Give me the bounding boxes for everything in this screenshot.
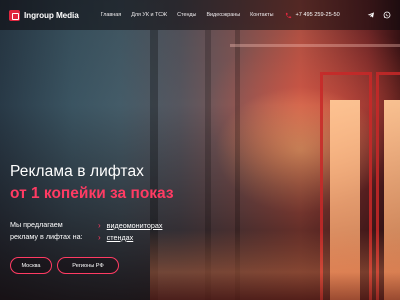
- link-stands[interactable]: › стендах: [98, 231, 162, 243]
- logo[interactable]: Ingroup Media: [9, 9, 79, 21]
- offer-text-line: Мы предлагаем: [10, 220, 63, 229]
- offer-links: › видеомониторах › стендах: [98, 219, 162, 243]
- whatsapp-icon[interactable]: [383, 11, 391, 19]
- hero-title: Реклама в лифтах: [10, 163, 145, 180]
- site-header: Ingroup Media Главная Для УК и ТСЖ Стенд…: [0, 0, 400, 30]
- logo-text: Ingroup Media: [24, 10, 79, 20]
- regions-button[interactable]: Регионы РФ: [57, 257, 119, 274]
- main-nav: Главная Для УК и ТСЖ Стенды Видеоэкраны …: [101, 12, 284, 18]
- hero-subtitle: от 1 копейки за показ: [10, 185, 174, 202]
- phone-number: +7 495 259-25-50: [295, 12, 340, 18]
- phone-link[interactable]: +7 495 259-25-50: [285, 12, 340, 19]
- phone-icon: [286, 12, 292, 18]
- link-video-monitors-label: видеомониторах: [106, 220, 163, 230]
- telegram-icon[interactable]: [367, 11, 375, 19]
- nav-item-stands[interactable]: Стенды: [177, 12, 196, 18]
- hero-background: [0, 0, 400, 300]
- chevron-right-icon: ›: [98, 220, 101, 230]
- nav-item-home[interactable]: Главная: [101, 12, 122, 18]
- chevron-right-icon: ›: [98, 232, 101, 242]
- floor-reflection: [150, 230, 400, 300]
- link-video-monitors[interactable]: › видеомониторах: [98, 219, 162, 231]
- offer-text-line: рекламу в лифтах на:: [10, 232, 83, 241]
- nav-item-contacts[interactable]: Контакты: [250, 12, 273, 18]
- ceiling-light: [230, 44, 400, 47]
- social-links: [359, 11, 391, 19]
- offer-text: Мы предлагаем рекламу в лифтах на:: [10, 219, 100, 243]
- link-stands-label: стендах: [106, 232, 134, 242]
- moscow-button[interactable]: Москва: [10, 257, 52, 274]
- nav-item-management-companies[interactable]: Для УК и ТСЖ: [131, 12, 167, 18]
- logo-icon: [9, 9, 20, 21]
- nav-item-video-screens[interactable]: Видеоэкраны: [206, 12, 240, 18]
